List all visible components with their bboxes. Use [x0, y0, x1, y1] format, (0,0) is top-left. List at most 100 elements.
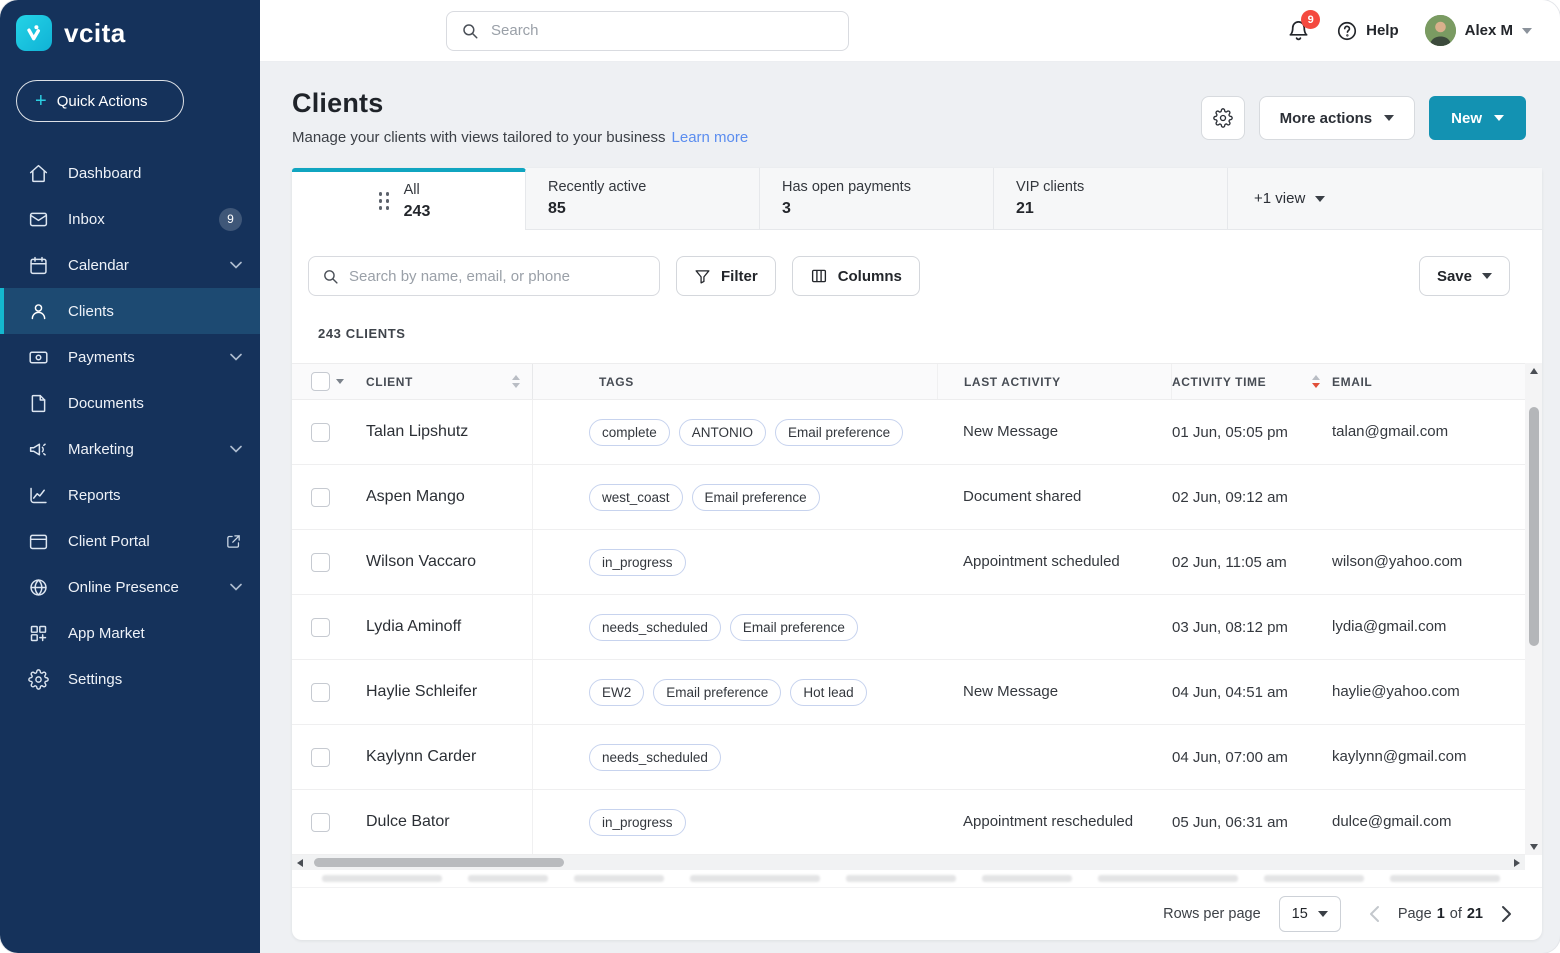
sort-client-icon[interactable]	[512, 375, 520, 388]
tag-pill[interactable]: needs_scheduled	[589, 744, 721, 771]
client-name[interactable]: Haylie Schleifer	[366, 683, 477, 701]
scroll-up-arrow-icon[interactable]	[1525, 363, 1542, 379]
table-row[interactable]: Kaylynn Carder needs_scheduled 04 Jun, 0…	[292, 725, 1525, 790]
tag-pill[interactable]: needs_scheduled	[589, 614, 721, 641]
previous-page-button[interactable]	[1365, 901, 1384, 927]
user-menu[interactable]: Alex M	[1425, 15, 1532, 46]
rows-per-page-select[interactable]: 15	[1279, 896, 1341, 932]
tag-pill[interactable]: EW2	[589, 679, 644, 706]
sort-activity-time-icon[interactable]	[1312, 375, 1320, 388]
view-tabs: All 243 Recently active 85 Has open paym…	[292, 168, 1542, 230]
global-search-input[interactable]	[491, 22, 834, 39]
tag-pill[interactable]: Email preference	[775, 419, 903, 446]
tag-pill[interactable]: Email preference	[653, 679, 781, 706]
row-checkbox[interactable]	[311, 488, 330, 507]
sidebar-item-online-presence[interactable]: Online Presence	[0, 564, 260, 610]
row-checkbox[interactable]	[311, 618, 330, 637]
horizontal-scroll-track[interactable]	[308, 855, 1509, 870]
notifications-button[interactable]: 9	[1287, 19, 1310, 42]
table-row[interactable]: Wilson Vaccaro in_progress Appointment s…	[292, 530, 1525, 595]
horizontal-scrollbar[interactable]	[292, 855, 1525, 870]
column-header-email[interactable]: EMAIL	[1332, 375, 1525, 389]
row-checkbox[interactable]	[311, 683, 330, 702]
inbox-count-badge: 9	[219, 208, 242, 231]
client-name[interactable]: Dulce Bator	[366, 813, 450, 831]
clients-icon	[28, 300, 50, 322]
learn-more-link[interactable]: Learn more	[672, 129, 749, 146]
row-checkbox[interactable]	[311, 423, 330, 442]
client-search[interactable]	[308, 256, 660, 296]
horizontal-scroll-thumb[interactable]	[314, 858, 564, 867]
last-activity: Appointment scheduled	[963, 553, 1120, 570]
sidebar-item-clients[interactable]: Clients	[0, 288, 260, 334]
sidebar-item-client-portal[interactable]: Client Portal	[0, 518, 260, 564]
column-header-activity-time[interactable]: ACTIVITY TIME	[1172, 375, 1332, 389]
sidebar-item-app-market[interactable]: App Market	[0, 610, 260, 656]
table-row[interactable]: Lydia Aminoff needs_scheduled Email pref…	[292, 595, 1525, 660]
filter-button[interactable]: Filter	[676, 256, 776, 296]
chevron-down-icon	[230, 583, 242, 591]
new-button[interactable]: New	[1429, 96, 1526, 140]
tab-vip-clients[interactable]: VIP clients 21	[994, 168, 1228, 230]
row-checkbox[interactable]	[311, 748, 330, 767]
client-name[interactable]: Lydia Aminoff	[366, 618, 461, 636]
column-header-tags[interactable]: TAGS	[533, 375, 937, 389]
scroll-right-arrow-icon[interactable]	[1509, 859, 1525, 867]
chevron-down-icon	[1315, 196, 1325, 202]
client-name[interactable]: Talan Lipshutz	[366, 423, 468, 441]
row-checkbox[interactable]	[311, 813, 330, 832]
tag-pill[interactable]: ANTONIO	[679, 419, 766, 446]
tab-recently-active[interactable]: Recently active 85	[526, 168, 760, 230]
select-all-checkbox[interactable]	[311, 372, 330, 391]
vertical-scroll-thumb[interactable]	[1529, 407, 1539, 646]
tag-pill[interactable]: complete	[589, 419, 670, 446]
select-menu-chevron-icon[interactable]	[336, 379, 344, 384]
sidebar-item-reports[interactable]: Reports	[0, 472, 260, 518]
tag-pill[interactable]: Email preference	[730, 614, 858, 641]
global-search[interactable]	[446, 11, 849, 51]
save-view-button[interactable]: Save	[1419, 256, 1510, 296]
more-actions-button[interactable]: More actions	[1259, 96, 1416, 140]
client-name[interactable]: Wilson Vaccaro	[366, 553, 476, 571]
client-email: dulce@gmail.com	[1332, 813, 1451, 830]
table-row[interactable]: Dulce Bator in_progress Appointment resc…	[292, 790, 1525, 855]
sidebar-item-calendar[interactable]: Calendar	[0, 242, 260, 288]
scroll-down-arrow-icon[interactable]	[1525, 839, 1542, 855]
sidebar-item-label: Reports	[68, 487, 121, 504]
row-checkbox[interactable]	[311, 553, 330, 572]
sidebar-item-marketing[interactable]: Marketing	[0, 426, 260, 472]
sidebar-item-documents[interactable]: Documents	[0, 380, 260, 426]
columns-button[interactable]: Columns	[792, 256, 920, 296]
tab-all[interactable]: All 243	[292, 168, 526, 230]
tab-label: All	[404, 182, 431, 198]
sidebar-item-settings[interactable]: Settings	[0, 656, 260, 702]
column-header-last-activity[interactable]: LAST ACTIVITY	[937, 364, 1172, 399]
client-search-input[interactable]	[349, 268, 646, 285]
column-header-client[interactable]: CLIENT	[358, 364, 533, 399]
more-views-dropdown[interactable]: +1 view	[1254, 190, 1325, 207]
sidebar-item-inbox[interactable]: Inbox 9	[0, 196, 260, 242]
last-activity: New Message	[963, 423, 1058, 440]
tag-pill[interactable]: in_progress	[589, 809, 686, 836]
scroll-left-arrow-icon[interactable]	[292, 859, 308, 867]
client-name[interactable]: Aspen Mango	[366, 488, 465, 506]
sidebar-item-dashboard[interactable]: Dashboard	[0, 150, 260, 196]
client-name[interactable]: Kaylynn Carder	[366, 748, 476, 766]
vertical-scrollbar[interactable]	[1525, 363, 1542, 855]
tag-pill[interactable]: Email preference	[692, 484, 820, 511]
brand[interactable]: vcita	[0, 0, 260, 62]
drag-handle-icon[interactable]	[379, 192, 390, 210]
table-row[interactable]: Haylie Schleifer EW2 Email preference Ho…	[292, 660, 1525, 725]
view-settings-button[interactable]	[1201, 96, 1245, 140]
vertical-scroll-track[interactable]	[1525, 379, 1542, 839]
tag-pill[interactable]: west_coast	[589, 484, 683, 511]
tag-pill[interactable]: in_progress	[589, 549, 686, 576]
table-row[interactable]: Talan Lipshutz complete ANTONIO Email pr…	[292, 400, 1525, 465]
sidebar-item-payments[interactable]: Payments	[0, 334, 260, 380]
next-page-button[interactable]	[1497, 901, 1516, 927]
quick-actions-button[interactable]: + Quick Actions	[16, 80, 184, 122]
help-button[interactable]: Help	[1336, 20, 1399, 42]
table-row[interactable]: Aspen Mango west_coast Email preference …	[292, 465, 1525, 530]
tab-has-open-payments[interactable]: Has open payments 3	[760, 168, 994, 230]
tag-pill[interactable]: Hot lead	[790, 679, 866, 706]
